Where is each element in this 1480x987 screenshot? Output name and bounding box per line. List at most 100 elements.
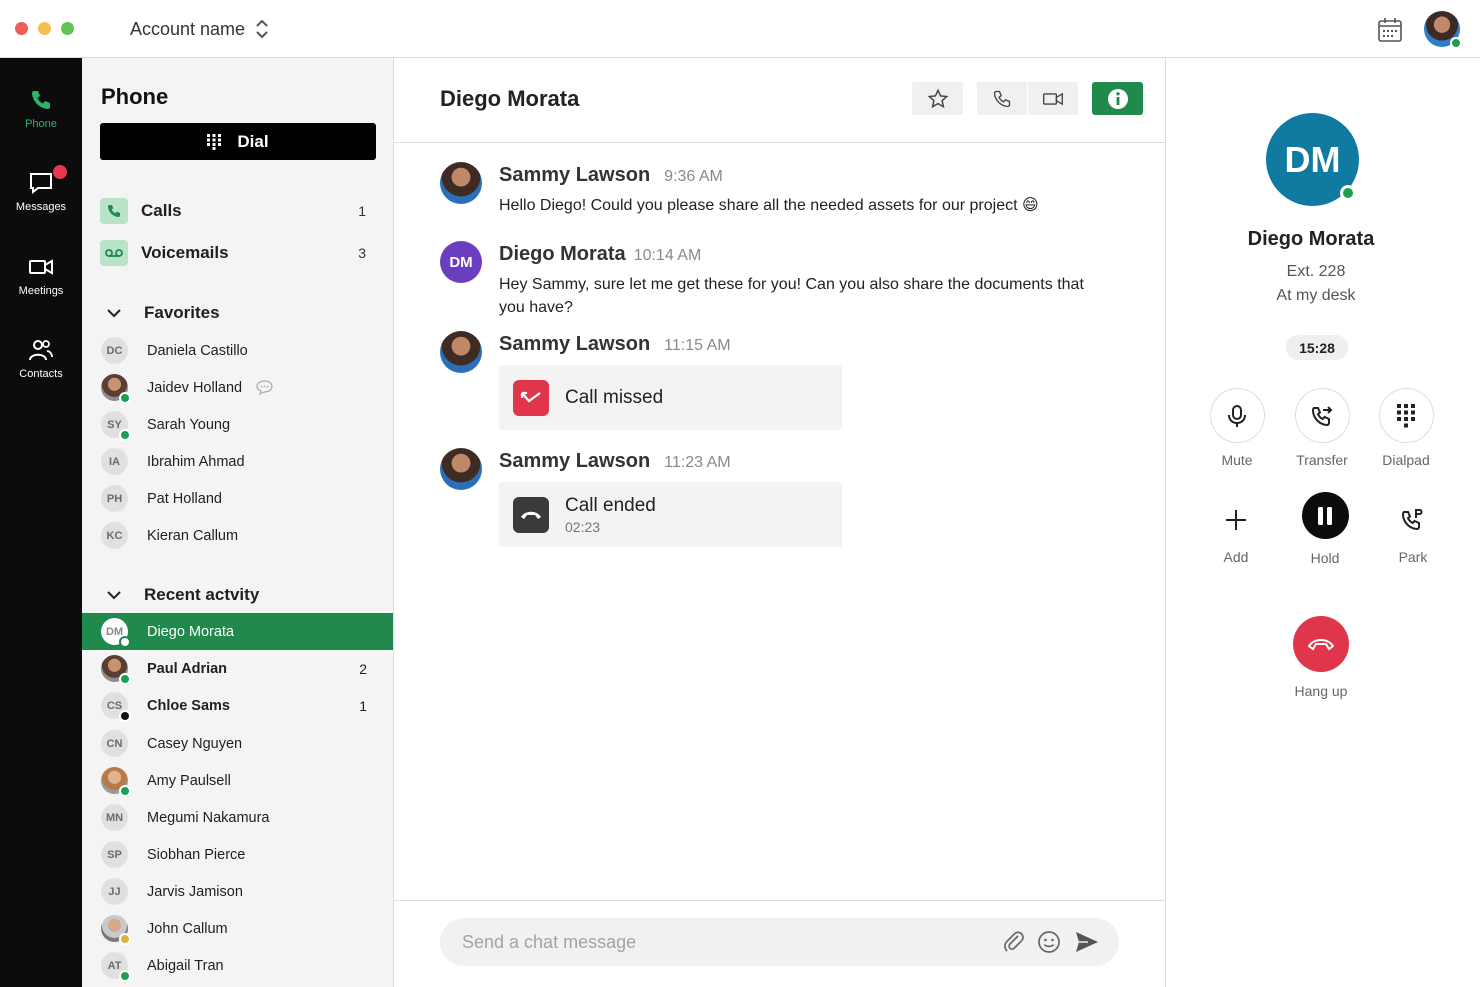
call-status-text: Call missed bbox=[565, 386, 664, 408]
unread-count: 2 bbox=[359, 660, 367, 677]
recent-contact[interactable]: Amy Paulsell bbox=[82, 762, 393, 799]
favorite-contact[interactable]: PH Pat Holland bbox=[82, 480, 393, 517]
missed-call-icon bbox=[513, 379, 549, 416]
recent-contact[interactable]: SP Siobhan Pierce bbox=[82, 836, 393, 873]
rail-phone[interactable]: Phone bbox=[0, 88, 82, 130]
recent-contact[interactable]: AT Abigail Tran bbox=[82, 947, 393, 984]
info-button[interactable] bbox=[1092, 82, 1143, 115]
recent-contact[interactable]: CS Chloe Sams 1 bbox=[82, 687, 393, 724]
avatar: PH bbox=[101, 485, 128, 512]
chat-bubble-icon bbox=[256, 380, 273, 395]
dialpad-button[interactable]: Dialpad bbox=[1366, 388, 1446, 468]
sender-avatar bbox=[440, 162, 482, 204]
phone-icon bbox=[32, 91, 50, 109]
recent-contact[interactable]: JJ Jarvis Jamison bbox=[82, 873, 393, 910]
sender-avatar: DM bbox=[440, 241, 482, 283]
voicemails-count: 3 bbox=[358, 245, 366, 261]
online-status-dot bbox=[1340, 185, 1356, 201]
recent-contact[interactable]: Paul Adrian 2 bbox=[82, 650, 393, 687]
hold-button[interactable]: Hold bbox=[1285, 488, 1365, 566]
mute-button[interactable]: Mute bbox=[1197, 388, 1277, 468]
recent-contact[interactable]: MN Megumi Nakamura bbox=[82, 799, 393, 836]
avatar: CN bbox=[101, 730, 128, 757]
emoji-icon[interactable] bbox=[1037, 930, 1061, 954]
voicemail-icon bbox=[100, 240, 128, 266]
park-button[interactable]: Park bbox=[1373, 492, 1453, 565]
sender-name: Sammy Lawson bbox=[499, 450, 651, 472]
video-camera-icon bbox=[1043, 92, 1063, 105]
send-icon[interactable] bbox=[1074, 930, 1100, 954]
transfer-button[interactable]: Transfer bbox=[1282, 388, 1362, 468]
chat-header: Diego Morata bbox=[394, 58, 1166, 143]
chat-message: Sammy Lawson 11:15 AM Call missed bbox=[440, 331, 1120, 441]
avatar: IA bbox=[101, 448, 128, 475]
zoom-window-button[interactable] bbox=[61, 22, 74, 35]
calendar-icon[interactable] bbox=[1377, 17, 1403, 43]
recent-contact-selected[interactable]: DM Diego Morata bbox=[82, 613, 393, 650]
minimize-window-button[interactable] bbox=[38, 22, 51, 35]
call-button[interactable] bbox=[977, 82, 1027, 115]
online-status-dot bbox=[119, 392, 131, 404]
avatar: KC bbox=[101, 522, 128, 549]
add-circle bbox=[1209, 492, 1264, 547]
contact-name: Diego Morata bbox=[1247, 228, 1375, 250]
favorites-section-toggle[interactable]: Favorites bbox=[106, 303, 220, 323]
avatar bbox=[101, 374, 131, 404]
avatar: DM bbox=[101, 618, 131, 648]
sender-name: Sammy Lawson bbox=[499, 164, 651, 186]
close-window-button[interactable] bbox=[15, 22, 28, 35]
sender-name: Diego Morata bbox=[499, 243, 626, 265]
paperclip-icon[interactable] bbox=[1002, 930, 1026, 954]
add-call-button[interactable]: Add bbox=[1196, 492, 1276, 565]
avatar: SP bbox=[101, 841, 128, 868]
favorite-contact[interactable]: IA Ibrahim Ahmad bbox=[82, 443, 393, 480]
hangup-button[interactable]: Hang up bbox=[1281, 616, 1361, 699]
sender-avatar bbox=[440, 448, 482, 490]
user-avatar[interactable] bbox=[1424, 11, 1462, 49]
account-switcher[interactable]: Account name bbox=[130, 18, 269, 40]
transfer-call-icon bbox=[1311, 405, 1333, 426]
chat-message-input[interactable] bbox=[462, 930, 982, 954]
chat-message: Sammy Lawson 9:36 AM Hello Diego! Could y… bbox=[440, 162, 1120, 222]
favorite-contact[interactable]: DC Daniela Castillo bbox=[82, 332, 393, 369]
call-missed-card[interactable]: Call missed bbox=[499, 365, 842, 430]
star-icon bbox=[927, 88, 948, 108]
chat-pane: Diego Morata Sammy Lawson 9:36 AM Hello D… bbox=[394, 58, 1166, 987]
online-status-dot bbox=[1450, 37, 1462, 49]
unread-badge bbox=[53, 165, 67, 179]
hold-circle bbox=[1301, 492, 1349, 539]
rail-contacts[interactable]: Contacts bbox=[0, 338, 82, 380]
dial-button[interactable]: Dial bbox=[100, 123, 376, 160]
contact-status: At my desk bbox=[1276, 287, 1356, 304]
mute-circle bbox=[1209, 388, 1265, 443]
sidebar-title: Phone bbox=[101, 84, 169, 109]
call-ended-card[interactable]: Call ended 02:23 bbox=[499, 482, 842, 547]
sidebar-item-calls[interactable]: Calls 1 bbox=[100, 196, 366, 226]
park-call-icon bbox=[1401, 508, 1423, 530]
recent-contact[interactable]: John Callum bbox=[82, 910, 393, 947]
video-call-button[interactable] bbox=[1028, 82, 1078, 115]
calls-count: 1 bbox=[358, 203, 366, 219]
transfer-circle bbox=[1294, 388, 1350, 443]
message-text: Hello Diego! Could you please share all … bbox=[499, 197, 1039, 214]
recent-contact[interactable]: CN Casey Nguyen bbox=[82, 725, 393, 762]
favorite-button[interactable] bbox=[912, 82, 963, 115]
sidebar-item-voicemails[interactable]: Voicemails 3 bbox=[100, 238, 366, 268]
rail-messages[interactable]: Messages bbox=[0, 165, 82, 213]
info-icon bbox=[1107, 88, 1128, 109]
favorite-contact[interactable]: Jaidev Holland bbox=[82, 369, 393, 406]
online-status-dot bbox=[119, 970, 131, 982]
call-status-text: Call ended bbox=[565, 494, 656, 516]
favorite-contact[interactable]: SY Sarah Young bbox=[82, 406, 393, 443]
favorite-contact[interactable]: KC Kieran Callum bbox=[82, 517, 393, 554]
message-time: 11:15 AM bbox=[664, 337, 731, 354]
message-text: Hey Sammy, sure let me get these for you… bbox=[499, 276, 1084, 316]
rail-meetings[interactable]: Meetings bbox=[0, 255, 82, 297]
unread-count: 1 bbox=[359, 697, 367, 714]
away-status-dot bbox=[119, 933, 131, 945]
dialpad-icon bbox=[207, 133, 222, 150]
video-camera-icon bbox=[29, 259, 53, 275]
recent-activity-section-toggle[interactable]: Recent actvity bbox=[106, 585, 259, 605]
pause-icon bbox=[1318, 506, 1332, 525]
call-duration: 02:23 bbox=[565, 518, 601, 535]
